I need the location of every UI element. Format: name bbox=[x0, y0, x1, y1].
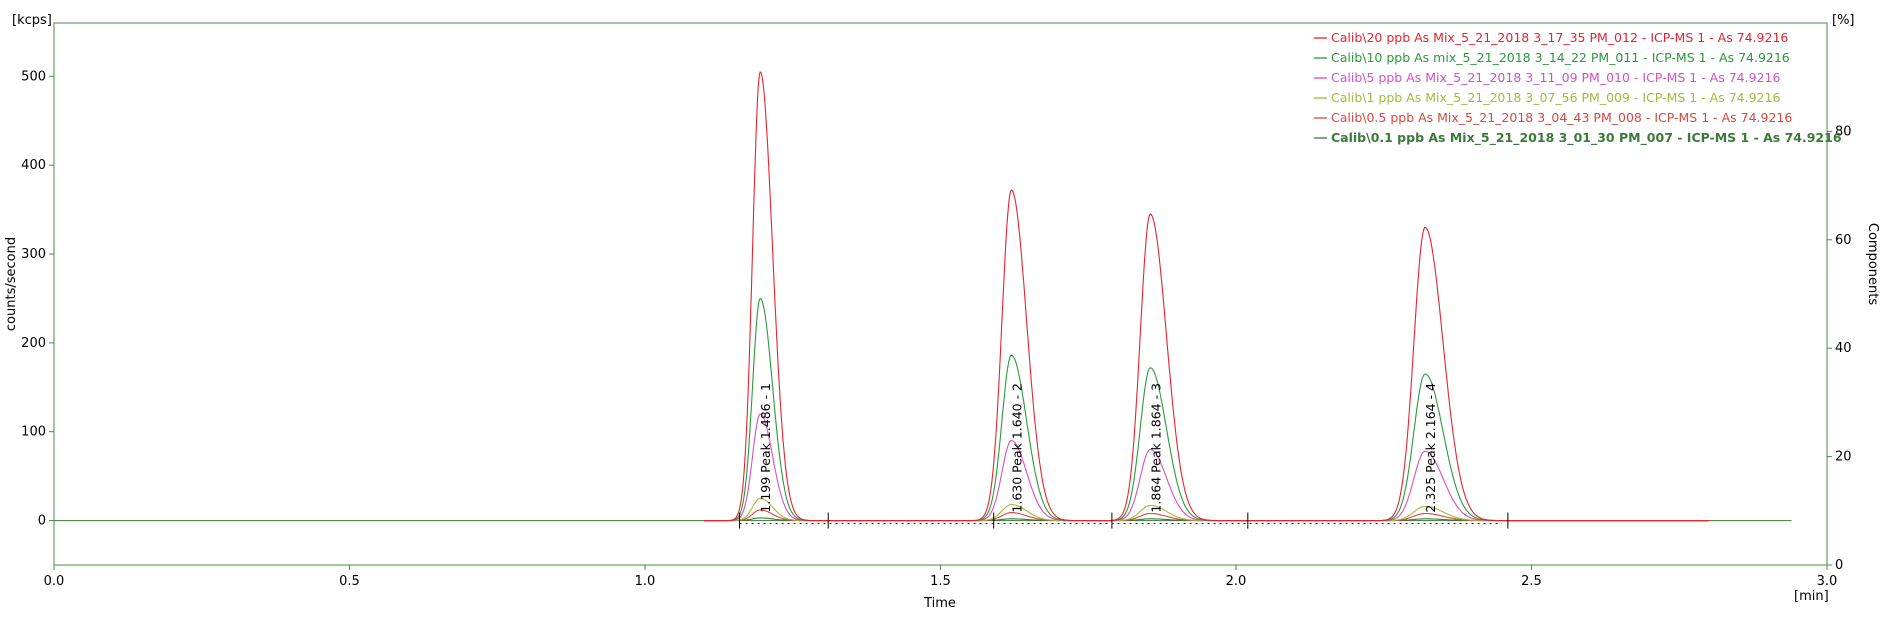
legend-entry: Calib\20 ppb As Mix_5_21_2018 3_17_35 PM… bbox=[1331, 30, 1788, 45]
y2-tick-label: 0 bbox=[1835, 558, 1843, 573]
peak-label: 2.325 Peak 2.164 - 4 bbox=[1423, 383, 1438, 513]
y-tick-label: 200 bbox=[21, 336, 46, 351]
peak-label: 1.864 Peak 1.864 - 3 bbox=[1148, 383, 1163, 513]
y-tick-label: 100 bbox=[21, 425, 46, 440]
series-line-3 bbox=[704, 497, 1709, 522]
y-tick-label: 500 bbox=[21, 69, 46, 84]
y2-tick-label: 20 bbox=[1835, 450, 1852, 465]
series-line-4 bbox=[704, 509, 1709, 522]
x-tick-label: 1.5 bbox=[930, 574, 951, 589]
legend-entry: Calib\1 ppb As Mix_5_21_2018 3_07_56 PM_… bbox=[1331, 90, 1780, 105]
y-axis-label: counts/second bbox=[4, 237, 19, 331]
x-tick-label: 1.0 bbox=[635, 574, 656, 589]
y-axis-unit: [kcps] bbox=[12, 13, 52, 28]
y-tick-label: 300 bbox=[21, 247, 46, 262]
y-tick-label: 400 bbox=[21, 158, 46, 173]
x-tick-label: 0.0 bbox=[44, 574, 65, 589]
series-line-2 bbox=[704, 413, 1709, 522]
legend-entry: Calib\0.5 ppb As Mix_5_21_2018 3_04_43 P… bbox=[1331, 110, 1792, 125]
peak-label: 1.199 Peak 1.486 - 1 bbox=[758, 383, 773, 513]
x-tick-label: 2.5 bbox=[1521, 574, 1542, 589]
y2-axis-unit: [%] bbox=[1832, 13, 1855, 28]
series-line-1 bbox=[704, 297, 1709, 522]
x-tick-label: 3.0 bbox=[1817, 574, 1838, 589]
y2-axis-label: Components bbox=[1865, 223, 1880, 305]
x-tick-label: 0.5 bbox=[339, 574, 360, 589]
x-axis-label: Time bbox=[923, 596, 956, 611]
y-tick-label: 0 bbox=[38, 514, 46, 529]
legend-entry: Calib\5 ppb As Mix_5_21_2018 3_11_09 PM_… bbox=[1331, 70, 1780, 85]
x-tick-label: 2.0 bbox=[1226, 574, 1247, 589]
chromatogram-chart: 0100200300400500 020406080 0.0 0.5 1.0 1.5 2… bbox=[4, 13, 1880, 611]
y2-tick-label: 40 bbox=[1835, 341, 1852, 356]
x-axis-unit: [min] bbox=[1794, 589, 1829, 604]
y2-tick-label: 60 bbox=[1835, 233, 1852, 248]
peak-label: 1.630 Peak 1.640 - 2 bbox=[1009, 383, 1024, 513]
legend-entry: Calib\10 ppb As mix_5_21_2018 3_14_22 PM… bbox=[1331, 50, 1790, 65]
legend-entry: Calib\0.1 ppb As Mix_5_21_2018 3_01_30 P… bbox=[1331, 130, 1842, 146]
